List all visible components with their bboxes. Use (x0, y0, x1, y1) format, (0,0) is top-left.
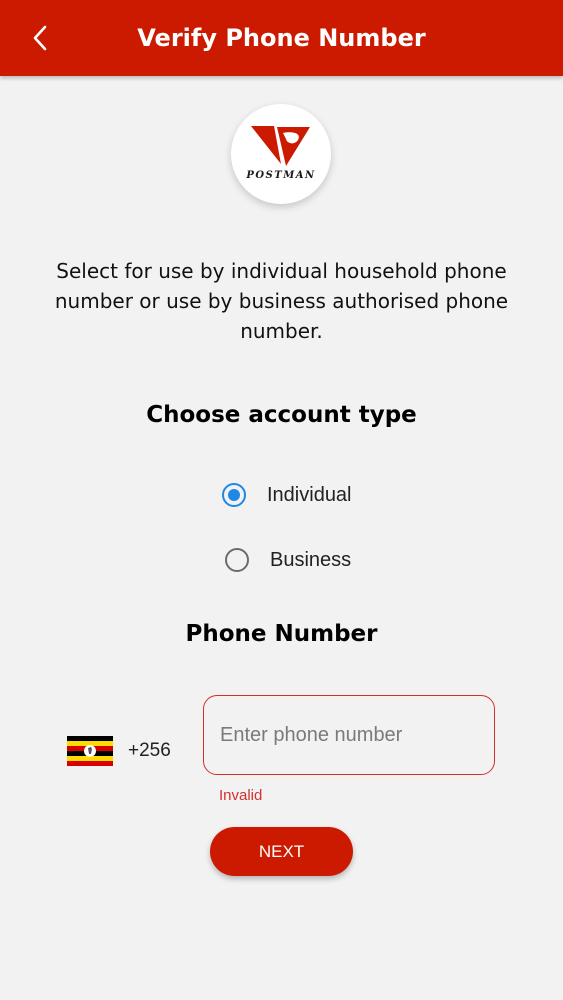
instruction-text: Select for use by individual household p… (54, 259, 509, 343)
radio-label-individual: Individual (267, 483, 352, 506)
phone-number-title: Phone Number (185, 621, 378, 647)
radio-individual[interactable]: Individual (222, 483, 352, 507)
page-title: Verify Phone Number (137, 24, 426, 52)
app-bar: Verify Phone Number (0, 0, 563, 76)
country-code: +256 (128, 740, 171, 761)
logo-text: POSTMAN (246, 170, 316, 181)
phone-number-input[interactable] (203, 695, 495, 775)
radio-button-unselected[interactable] (225, 548, 249, 572)
postman-logo: POSTMAN (231, 104, 331, 204)
phone-error-message: Invalid (219, 787, 263, 804)
radio-button-selected[interactable] (222, 483, 246, 507)
account-type-title: Choose account type (146, 402, 417, 428)
radio-business[interactable]: Business (225, 548, 351, 572)
postman-logo-icon (251, 126, 310, 166)
radio-label-business: Business (270, 548, 352, 571)
uganda-flag-icon (67, 736, 113, 766)
next-button[interactable]: NEXT (210, 827, 353, 876)
country-picker[interactable] (67, 736, 113, 766)
